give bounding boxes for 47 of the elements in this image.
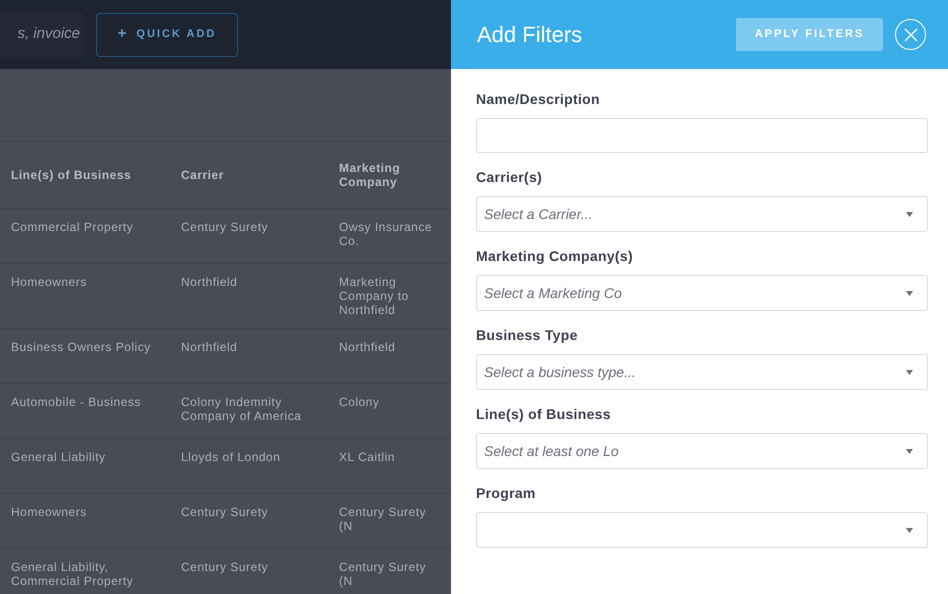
table-cell-text: Marketing Company to Northfield [339, 275, 410, 317]
plus-icon: + [118, 23, 128, 46]
quick-add-button[interactable]: + QUICK ADD [96, 12, 238, 56]
field-label: Marketing Company(s) [476, 247, 634, 266]
close-icon [904, 28, 918, 42]
table-cell-text: Commercial Property [11, 220, 134, 234]
field-label: Program [476, 484, 537, 503]
table-cell-text: Lloyds of London [181, 450, 282, 464]
panel-title: Add Filters [477, 21, 584, 49]
table-cell-text: Northfield [181, 340, 238, 354]
table-cell-text: Century Surety [181, 220, 270, 234]
caret-icon [906, 528, 913, 532]
text-field[interactable] [476, 118, 928, 153]
table-cell-text: Owsy Insurance Co. [339, 220, 434, 248]
caret-icon [906, 290, 913, 296]
dropdown-field[interactable]: Select a Carrier... [476, 196, 928, 232]
table-cell-text: Century Surety [181, 505, 270, 519]
dropdown-field[interactable]: Select at least one Lo [476, 433, 928, 469]
column-header: Carrier [181, 168, 225, 182]
table-cell-text: Northfield [181, 275, 238, 289]
field-label: Name/Description [476, 90, 601, 109]
table-cell-text: Colony Indemnity Company of America [181, 395, 302, 423]
table-cell-text: Colony [339, 395, 380, 409]
field-label: Line(s) of Business [476, 405, 612, 424]
column-header: Line(s) of Business [11, 168, 132, 182]
field-label: Business Type [476, 326, 579, 345]
table-cell-text: General Liability, Commercial Property [11, 560, 134, 588]
column-header: Marketing Company [339, 161, 402, 189]
table-cell-text: Business Owners Policy [11, 340, 152, 354]
table-cell-text: Homeowners [11, 275, 88, 289]
table-cell-text: Northfield [339, 340, 396, 354]
field-label: Carrier(s) [476, 168, 544, 187]
table-cell-text: General Liability [11, 450, 107, 464]
dropdown-field[interactable]: Select a Marketing Co [476, 275, 928, 311]
table-cell-text: Century Surety (N [339, 560, 428, 588]
caret-icon [906, 448, 913, 454]
dropdown-field[interactable] [476, 512, 928, 548]
caret-icon [906, 370, 913, 374]
dropdown-field[interactable]: Select a business type... [476, 354, 928, 390]
table-cell-text: Homeowners [11, 505, 88, 519]
table-cell-text: Century Surety [181, 560, 270, 574]
caret-icon [906, 212, 913, 216]
search-field[interactable]: s, invoice [0, 12, 84, 56]
table-cell-text: Century Surety (N [339, 505, 428, 533]
table-cell-text: XL Caitlin [339, 450, 396, 464]
close-button[interactable] [895, 19, 926, 50]
table-cell-text: Automobile - Business [11, 395, 142, 409]
